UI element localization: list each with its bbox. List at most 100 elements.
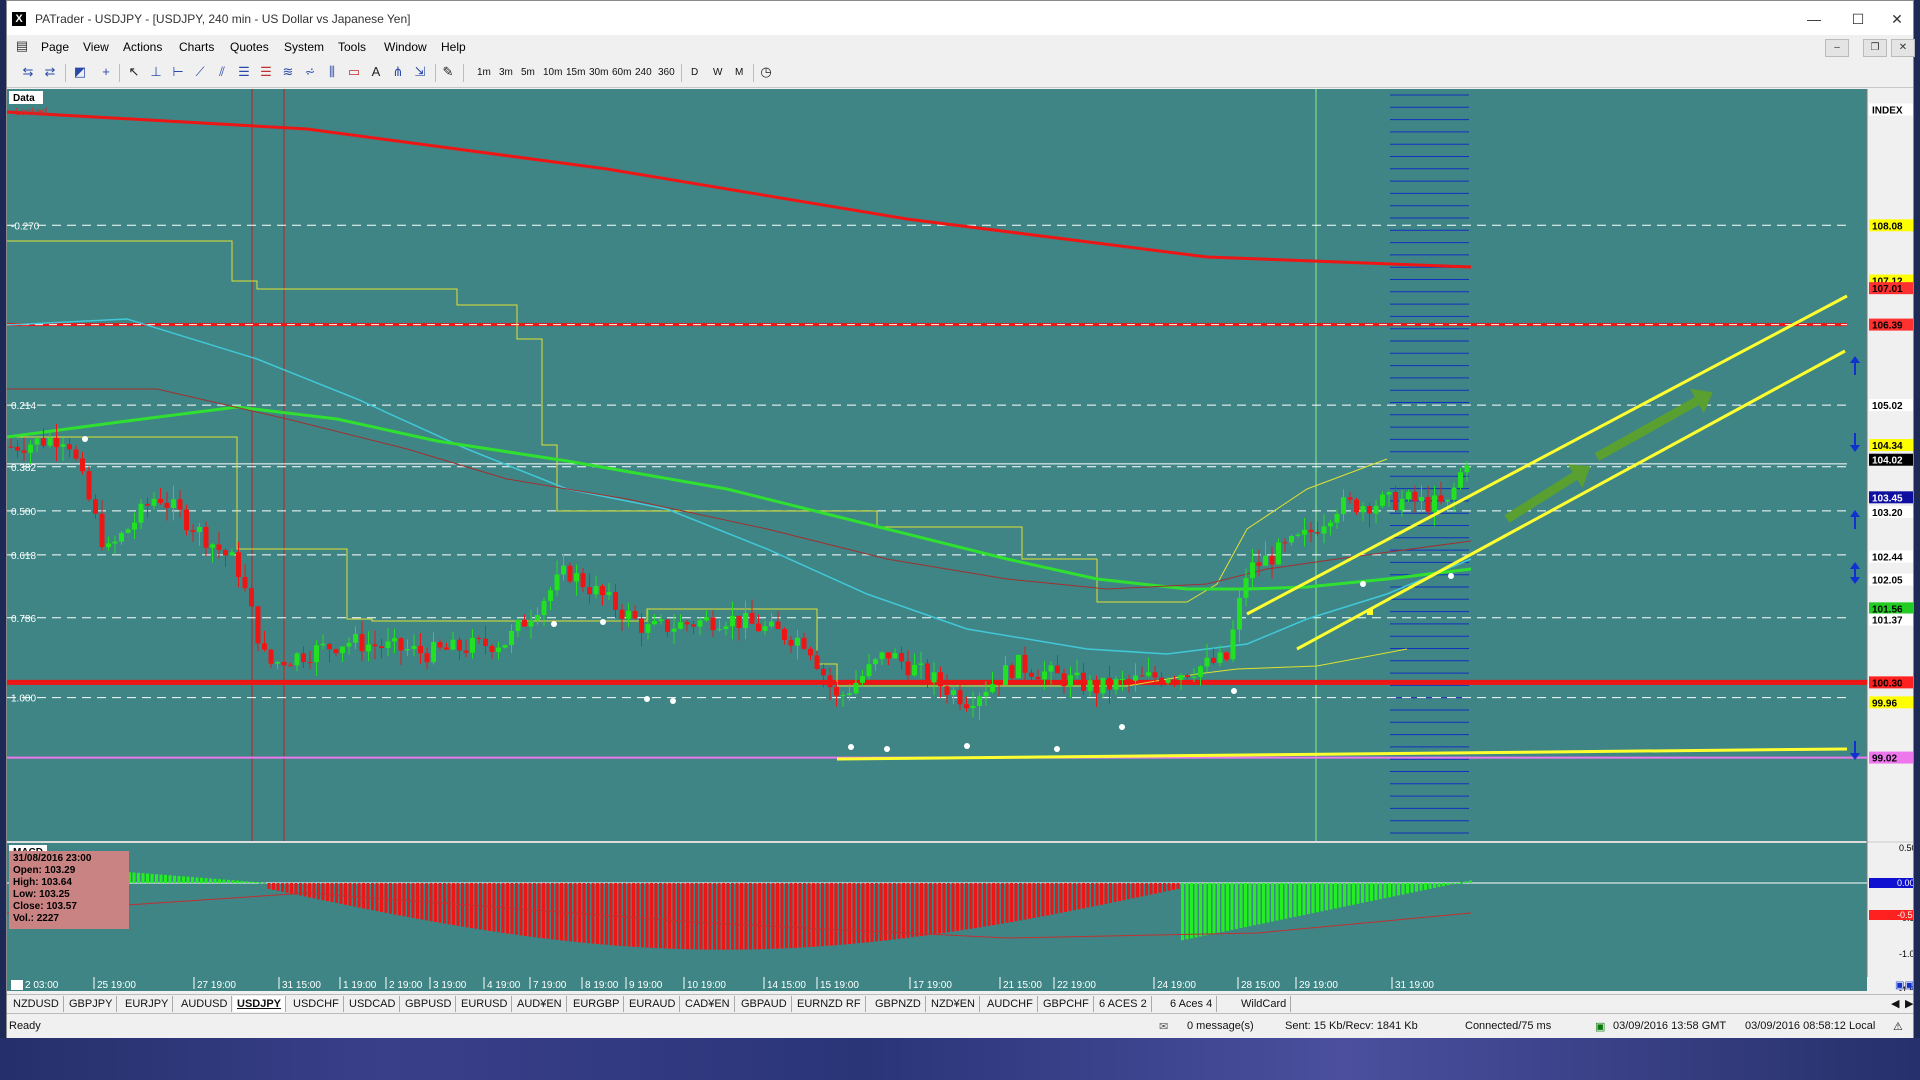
menu-help[interactable]: Help [441, 40, 466, 54]
symbol-tab-euraud[interactable]: EURAUD [625, 996, 681, 1012]
fib-ext-icon[interactable]: ☰ [259, 65, 273, 79]
chart-page-icon[interactable]: ▤ [15, 39, 29, 53]
pen-icon[interactable]: ✎ [441, 65, 455, 79]
candle-body [697, 620, 703, 627]
title-bar[interactable]: X PATrader - USDJPY - [USDJPY, 240 min -… [7, 1, 1913, 35]
macd-bar [308, 883, 311, 898]
tf-240[interactable]: 240 [635, 65, 652, 81]
channel-handle[interactable] [1367, 609, 1373, 615]
candle-body [1094, 680, 1099, 694]
symbol-tab-6-aces-4[interactable]: 6 Aces 4 [1166, 996, 1218, 1012]
symbol-tab-gbpjpy[interactable]: GBPJPY [65, 996, 118, 1012]
macd-bar [344, 883, 347, 905]
clock-icon[interactable]: ◷ [759, 65, 773, 79]
macd-bar [213, 878, 217, 883]
candle-body [847, 693, 852, 696]
child-close-icon[interactable]: ✕ [1891, 39, 1915, 57]
macd-bar [614, 883, 617, 946]
candle-body [912, 665, 917, 676]
symbol-tab-gbpusd[interactable]: GBPUSD [401, 996, 457, 1012]
gann-icon[interactable]: ⩫ [303, 65, 317, 79]
symbol-tab-eurusd[interactable]: EURUSD [457, 996, 513, 1012]
child-restore-icon[interactable]: ❐ [1863, 39, 1887, 57]
menu-view[interactable]: View [83, 40, 109, 54]
tf-d[interactable]: D [691, 65, 698, 81]
menu-bar: ▤ Page View Actions Charts Quotes System… [7, 35, 1913, 59]
fib-level-label: 0.786 [11, 614, 36, 625]
tf-60m[interactable]: 60m [612, 65, 631, 81]
minimize-icon[interactable]: — [1794, 7, 1834, 31]
symbol-tab-eurgbp[interactable]: EURGBP [569, 996, 625, 1012]
symbol-tab-audchf[interactable]: AUDCHF [983, 996, 1038, 1012]
axis-corner-box[interactable] [11, 980, 23, 990]
menu-charts[interactable]: Charts [179, 40, 214, 54]
tf-w[interactable]: W [713, 65, 722, 81]
tf-30m[interactable]: 30m [589, 65, 608, 81]
zoom-out-icon[interactable]: ⇄ [43, 65, 57, 79]
candle-body [1243, 578, 1249, 598]
tf-3m[interactable]: 3m [499, 65, 513, 81]
symbol-tab-nzdusd[interactable]: NZDUSD [9, 996, 64, 1012]
arrow-tool-icon[interactable]: ⇲ [413, 65, 427, 79]
chart-svg[interactable]: -0.270 0.214 0.382 0.500 0.618 0.786 1.000 INDE… [6, 89, 1920, 995]
candle-body [1055, 665, 1060, 674]
hline-icon[interactable]: ⊥ [149, 65, 163, 79]
tf-5m[interactable]: 5m [521, 65, 535, 81]
menu-page[interactable]: Page [41, 40, 69, 54]
symbol-tab-cad-en[interactable]: CAD¥EN [681, 996, 735, 1012]
menu-quotes[interactable]: Quotes [230, 40, 269, 54]
fib-icon[interactable]: ☰ [237, 65, 251, 79]
symbol-tab-usdchf[interactable]: USDCHF [289, 996, 344, 1012]
chart-area[interactable]: -0.270 0.214 0.382 0.500 0.618 0.786 1.000 INDE… [6, 89, 1920, 995]
tf-1m[interactable]: 1m [477, 65, 491, 81]
symbol-tab-nzd-en[interactable]: NZD¥EN [927, 996, 981, 1012]
crosshair-icon[interactable]: + [99, 65, 113, 79]
macd-bar [1383, 883, 1387, 899]
macd-panel-bg[interactable] [7, 843, 1867, 977]
symbol-tab-gbpchf[interactable]: GBPCHF [1039, 996, 1094, 1012]
maximize-icon[interactable]: ☐ [1838, 7, 1878, 31]
menu-actions[interactable]: Actions [123, 40, 162, 54]
symbol-tab-wildcard[interactable]: WildCard [1237, 996, 1292, 1012]
scroll-right-icon[interactable]: ▶ [1901, 996, 1917, 1012]
price-panel-bg[interactable] [7, 89, 1867, 841]
symbol-tab-aud-en[interactable]: AUD¥EN [513, 996, 567, 1012]
channel-icon[interactable]: ⫽ [215, 65, 229, 79]
rect-icon[interactable]: ▭ [347, 65, 361, 79]
vline-icon[interactable]: ⊢ [171, 65, 185, 79]
symbol-tab-usdcad[interactable]: USDCAD [345, 996, 401, 1012]
candle-body [288, 665, 293, 667]
text-icon[interactable]: A [369, 65, 383, 79]
pitchfork-icon[interactable]: ⋔ [391, 65, 405, 79]
child-minimize-icon[interactable]: – [1825, 39, 1849, 57]
close-icon[interactable]: ✕ [1877, 7, 1917, 31]
trendline-icon[interactable]: ⟋ [193, 65, 207, 79]
symbol-tab-eurjpy[interactable]: EURJPY [121, 996, 174, 1012]
tf-15m[interactable]: 15m [566, 65, 585, 81]
symbol-tab-audusd[interactable]: AUDUSD [177, 996, 233, 1012]
scale-ctrl-icon[interactable]: ▣▣ [1895, 980, 1914, 991]
symbol-tab-usdjpy[interactable]: USDJPY [233, 996, 287, 1012]
tf-10m[interactable]: 10m [543, 65, 562, 81]
menu-system[interactable]: System [284, 40, 324, 54]
indicator-icon[interactable]: ◩ [73, 65, 87, 79]
macd-bar [164, 874, 167, 883]
pointer-icon[interactable]: ↖ [127, 65, 141, 79]
fib-fan-icon[interactable]: ≋ [281, 65, 295, 79]
symbol-tab-gbpnzd[interactable]: GBPNZD [871, 996, 926, 1012]
candle-body [840, 695, 846, 697]
message-icon[interactable]: ✉ [1159, 1020, 1168, 1033]
symbol-tab-6-aces-2[interactable]: 6 ACES 2 [1095, 996, 1152, 1012]
macd-bar [1100, 883, 1103, 905]
candle-body [1081, 672, 1086, 691]
cycle-icon[interactable]: ⫼ [325, 65, 339, 79]
symbol-tab-gbpaud[interactable]: GBPAUD [737, 996, 792, 1012]
symbol-tab-eurnzd-rf[interactable]: EURNZD RF [793, 996, 866, 1012]
macd-bar [789, 883, 793, 949]
tf-m[interactable]: M [735, 65, 743, 81]
zoom-in-icon[interactable]: ⇆ [21, 65, 35, 79]
connection-icon: ▣ [1595, 1021, 1606, 1033]
menu-window[interactable]: Window [384, 40, 427, 54]
menu-tools[interactable]: Tools [338, 40, 366, 54]
tf-360[interactable]: 360 [658, 65, 675, 81]
